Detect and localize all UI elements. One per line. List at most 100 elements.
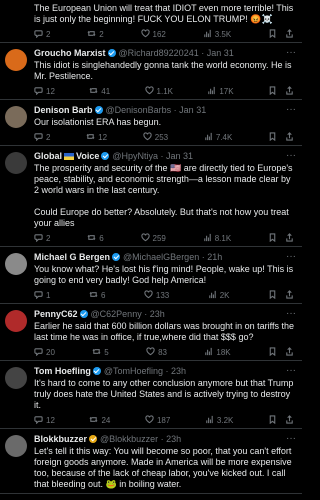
retweet-button[interactable]: 12 [86, 132, 107, 143]
reply-button[interactable]: 2 [34, 29, 50, 40]
bookmark-button[interactable] [268, 289, 277, 301]
retweet-button[interactable]: 24 [89, 415, 110, 426]
more-options-icon[interactable]: ··· [282, 251, 296, 263]
retweet-button[interactable]: 6 [89, 290, 105, 301]
reply-button[interactable]: 12 [34, 415, 55, 426]
avatar[interactable] [5, 253, 27, 275]
tweet-paragraph: Could Europe do better? Absolutely. But … [34, 207, 289, 228]
retweet-button[interactable]: 6 [87, 233, 104, 244]
retweet-count: 6 [100, 290, 106, 300]
bookmark-icon [268, 232, 277, 244]
avatar[interactable] [5, 435, 27, 457]
retweet-button[interactable]: 41 [89, 86, 110, 97]
bookmark-button[interactable] [268, 131, 277, 143]
handle-and-time[interactable]: @Blokkbuzzer · 23h [100, 433, 181, 445]
bookmark-icon [268, 289, 277, 301]
tweet[interactable]: Tom Hoefling @TomHoefling · 23h ··· It's… [0, 361, 302, 429]
handle-and-time[interactable]: @DenisonBarbs · Jan 31 [106, 104, 207, 116]
tweet-actions: 1 6 133 2K [34, 289, 296, 301]
display-name-suffix[interactable]: Voice [76, 150, 99, 162]
more-options-icon[interactable]: ··· [282, 47, 296, 59]
display-name[interactable]: Blokkbuzzer [34, 433, 87, 445]
reply-button[interactable]: 1 [34, 290, 50, 301]
bar-chart-icon [204, 132, 213, 143]
tweet[interactable]: Denison Barb @DenisonBarbs · Jan 31 ··· … [0, 100, 302, 146]
like-button[interactable]: 187 [145, 414, 171, 426]
tweet-paragraph: It's hard to come to any other conclusio… [34, 378, 294, 410]
avatar[interactable] [5, 367, 27, 389]
reply-button[interactable]: 20 [34, 347, 55, 358]
retweet-button[interactable]: 5 [92, 347, 109, 358]
heart-icon [140, 28, 150, 40]
like-button[interactable]: 253 [143, 131, 168, 143]
tweet[interactable]: Global Voice @HpyNtiya · Jan 31 ··· The p… [0, 146, 302, 247]
share-button[interactable] [285, 131, 294, 143]
handle-and-time[interactable]: @HpyNtiya · Jan 31 [112, 150, 193, 162]
tweet[interactable]: The European Union will treat that IDIOT… [0, 0, 302, 43]
share-button[interactable] [285, 232, 294, 244]
share-button[interactable] [285, 28, 294, 40]
share-button[interactable] [285, 85, 294, 97]
bookmark-button[interactable] [268, 85, 277, 97]
avatar[interactable] [5, 152, 27, 174]
tweet[interactable]: Blokkbuzzer @Blokkbuzzer · 23h ··· Let's… [0, 429, 302, 494]
more-options-icon[interactable]: ··· [282, 433, 296, 445]
verified-badge-icon [89, 435, 98, 443]
display-name[interactable]: Denison Barb [34, 104, 93, 116]
display-name[interactable]: Groucho Marxist [34, 47, 106, 59]
bar-chart-icon [203, 233, 212, 244]
tweet[interactable]: Michael G Bergen @MichaelGBergen · 21h ·… [0, 247, 302, 304]
views-button[interactable]: 17K [207, 86, 234, 97]
like-button[interactable]: 162 [140, 28, 166, 40]
views-button[interactable]: 18K [204, 347, 231, 358]
like-button[interactable]: 133 [144, 289, 169, 301]
tweet-paragraph: Let's tell it this way: You will become … [34, 446, 292, 489]
more-options-icon[interactable]: ··· [282, 365, 296, 377]
share-button[interactable] [285, 346, 294, 358]
reply-icon [34, 347, 43, 358]
share-button[interactable] [285, 289, 294, 301]
like-button[interactable]: 259 [140, 232, 166, 244]
handle-and-time[interactable]: @C62Penny · 23h [91, 308, 165, 320]
reply-icon [34, 290, 43, 301]
avatar[interactable] [5, 106, 27, 128]
views-button[interactable]: 3.2K [205, 415, 233, 426]
handle-and-time[interactable]: @MichaelGBergen · 21h [123, 251, 222, 263]
like-button[interactable]: 83 [146, 346, 168, 358]
like-count: 83 [158, 347, 168, 357]
like-count: 259 [152, 233, 166, 243]
bookmark-button[interactable] [268, 414, 277, 426]
tweet-header: Denison Barb @DenisonBarbs · Jan 31 ··· [34, 104, 296, 116]
like-count: 187 [156, 415, 171, 425]
reply-button[interactable]: 12 [34, 86, 55, 97]
tweet[interactable]: Groucho Marxist @Richard89220241 · Jan 3… [0, 43, 302, 100]
bookmark-button[interactable] [268, 28, 277, 40]
handle-and-time[interactable]: @TomHoefling · 23h [104, 365, 186, 377]
views-button[interactable]: 3.5K [203, 29, 231, 40]
views-button[interactable]: 8.1K [203, 233, 231, 244]
reply-button[interactable]: 2 [34, 233, 50, 244]
more-options-icon[interactable]: ··· [282, 150, 296, 162]
display-name[interactable]: PennyC62 [34, 308, 78, 320]
retweet-button[interactable]: 2 [87, 29, 104, 40]
share-button[interactable] [285, 414, 294, 426]
bookmark-icon [268, 414, 277, 426]
views-button[interactable]: 2K [208, 290, 230, 301]
views-button[interactable]: 7.4K [204, 132, 232, 143]
avatar[interactable] [5, 310, 27, 332]
avatar[interactable] [5, 49, 27, 71]
bookmark-button[interactable] [268, 346, 277, 358]
tweet[interactable]: PennyC62 @C62Penny · 23h ··· Earlier he … [0, 304, 302, 361]
more-options-icon[interactable]: ··· [282, 104, 296, 116]
like-button[interactable]: 1.1K [144, 85, 173, 97]
display-name[interactable]: Tom Hoefling [34, 365, 91, 377]
tweet-actions: 12 24 187 3.2K [34, 414, 296, 426]
handle-and-time[interactable]: @Richard89220241 · Jan 31 [119, 47, 234, 59]
reply-button[interactable]: 2 [34, 132, 50, 143]
display-name[interactable]: Global [34, 150, 62, 162]
bookmark-button[interactable] [268, 232, 277, 244]
display-name[interactable]: Michael G Bergen [34, 251, 110, 263]
verified-badge-icon [79, 310, 88, 318]
view-count: 8.1K [214, 233, 232, 243]
more-options-icon[interactable]: ··· [282, 308, 296, 320]
